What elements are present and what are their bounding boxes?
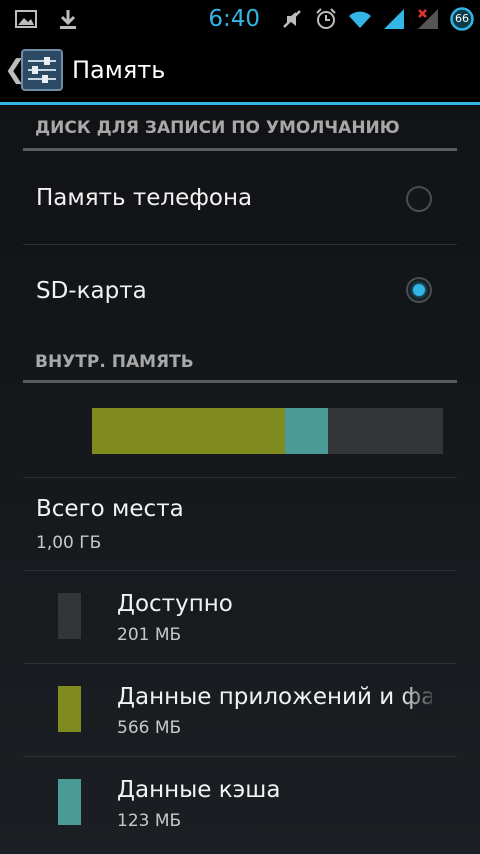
radio-option-sd-card[interactable]: SD-карта: [0, 245, 480, 337]
legend-title: Данные приложений и фа: [117, 684, 432, 710]
legend-value: 201 МБ: [117, 625, 182, 645]
legend-swatch: [58, 686, 81, 732]
legend-title: Данные кэша: [117, 777, 281, 803]
text-fade: [400, 682, 440, 718]
legend-item-available[interactable]: Доступно 201 МБ: [0, 571, 480, 663]
radio-button-unchecked[interactable]: [406, 186, 432, 212]
action-bar-divider: [0, 102, 480, 105]
legend-item-app-data[interactable]: Данные приложений и фа 566 МБ: [0, 664, 480, 756]
status-bar: 6:40 66: [0, 0, 480, 38]
status-time: 6:40: [208, 6, 260, 32]
settings-sliders-icon[interactable]: [20, 48, 64, 92]
section-rule: [23, 148, 457, 151]
legend-title: Доступно: [117, 591, 233, 617]
usage-segment-cache: [285, 408, 328, 454]
wifi-icon: [348, 7, 372, 31]
divider: [23, 477, 457, 478]
no-signal-icon: [416, 7, 440, 31]
action-bar: ❮ Память: [0, 38, 480, 102]
mute-icon: [280, 7, 304, 31]
battery-level: 66: [455, 12, 469, 25]
legend-value: 566 МБ: [117, 718, 182, 738]
radio-button-checked[interactable]: [406, 277, 432, 303]
signal-icon: [382, 7, 406, 31]
legend-swatch: [58, 779, 81, 825]
up-caret[interactable]: ❮: [4, 55, 26, 85]
section-header-default-disk: ДИСК ДЛЯ ЗАПИСИ ПО УМОЛЧАНИЮ: [35, 118, 400, 138]
legend-swatch: [58, 593, 81, 639]
radio-label: SD-карта: [36, 278, 147, 304]
radio-option-phone-memory[interactable]: Память телефона: [0, 153, 480, 245]
radio-label: Память телефона: [36, 185, 253, 211]
legend-item-cache-data[interactable]: Данные кэша 123 МБ: [0, 757, 480, 849]
usage-segment-apps: [92, 408, 286, 454]
image-icon: [14, 7, 38, 31]
alarm-icon: [314, 7, 338, 31]
screen: 6:40 66 ❮ Память ДИСК ДЛЯ ЗАПИСИ ПО УМОЛ…: [0, 0, 480, 854]
download-icon: [56, 7, 80, 31]
legend-value: 123 МБ: [117, 811, 182, 831]
total-space-value: 1,00 ГБ: [36, 533, 102, 553]
battery-icon: 66: [450, 7, 474, 31]
section-header-internal-memory: ВНУТР. ПАМЯТЬ: [35, 352, 194, 372]
usage-segment-available: [327, 408, 443, 454]
section-rule: [23, 380, 457, 383]
page-title: Память: [72, 56, 166, 84]
storage-usage-bar: [92, 408, 443, 454]
total-space-title: Всего места: [36, 496, 184, 522]
